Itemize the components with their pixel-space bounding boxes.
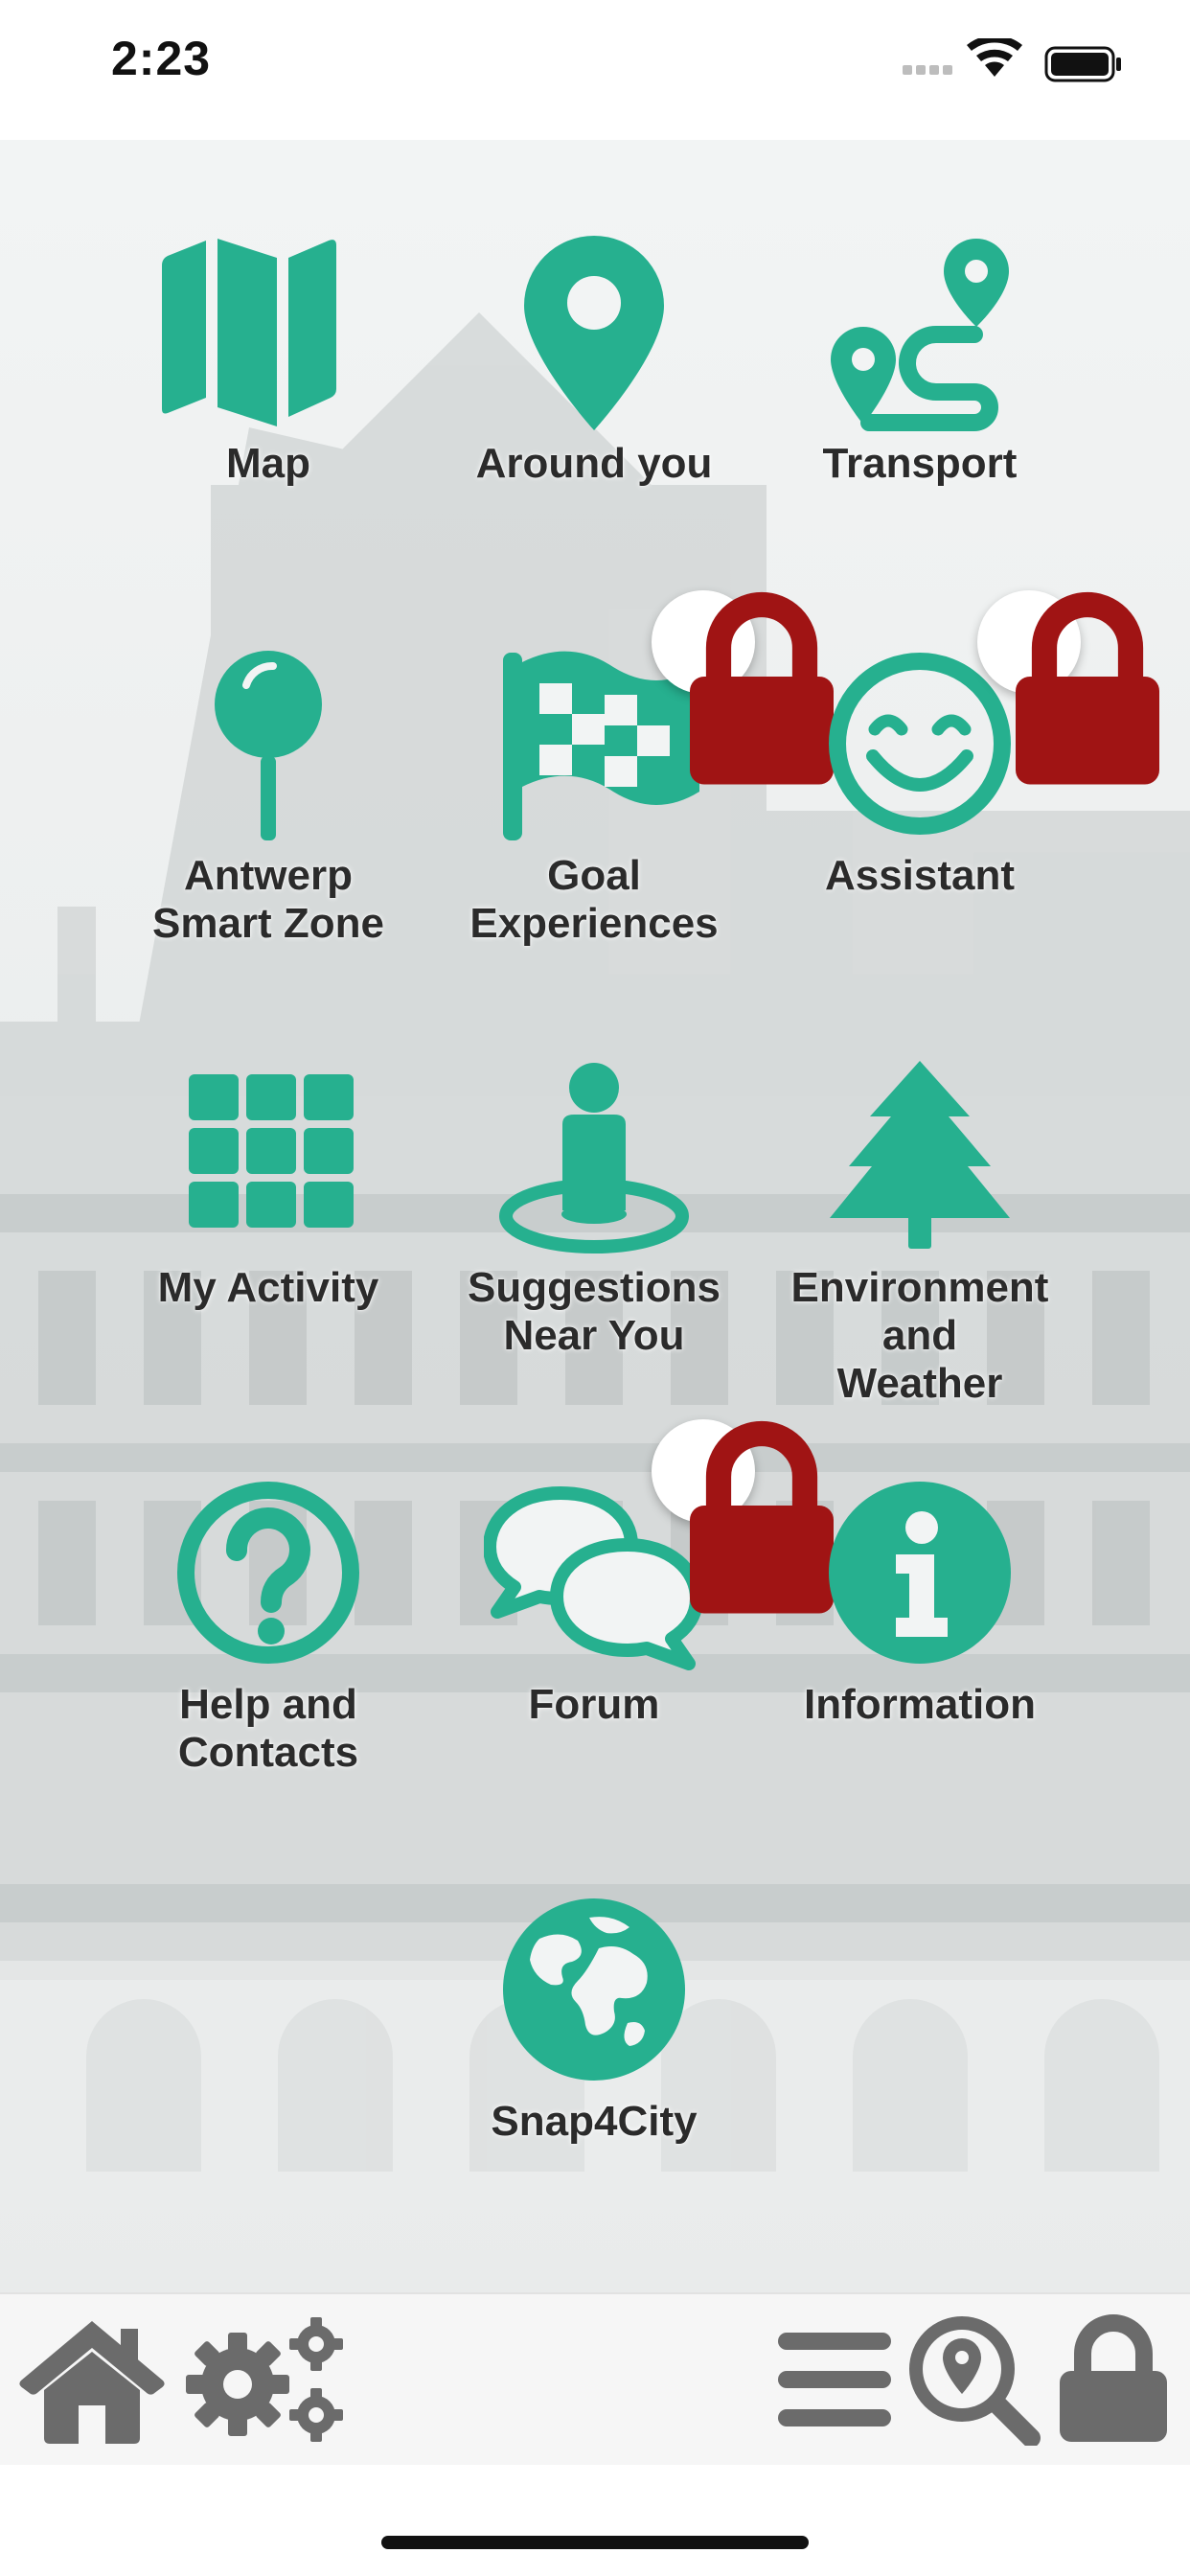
tile-around-you[interactable]: Around you: [436, 231, 752, 488]
tile-label: Goal Experiences: [469, 852, 719, 947]
tile-label: Map: [226, 440, 310, 487]
tile-goal-experiences[interactable]: Goal Experiences: [436, 590, 834, 948]
home-icon: [19, 2321, 165, 2444]
tile-label: My Activity: [157, 1264, 379, 1311]
tile-label: Around you: [475, 440, 713, 487]
tile-label: Suggestions Near You: [467, 1264, 721, 1359]
tile-label: Transport: [822, 440, 1018, 487]
tile-label: Forum: [528, 1681, 660, 1728]
lock-icon: [1016, 591, 1159, 785]
tile-suggestions-near-you[interactable]: Suggestions Near You: [436, 1055, 752, 1360]
status-bar: 2:23: [0, 0, 1190, 140]
question-circle-icon: [177, 1482, 359, 1664]
gears-icon: [186, 2317, 343, 2442]
tile-map[interactable]: Map: [110, 231, 426, 488]
tile-environment-weather[interactable]: Environment and Weather: [762, 1055, 1078, 1408]
home-button[interactable]: [15, 2312, 169, 2446]
folded-map-icon: [162, 239, 336, 426]
lock-button[interactable]: [1050, 2312, 1177, 2446]
search-location-button[interactable]: [904, 2312, 1041, 2448]
menu-icon: [778, 2333, 891, 2426]
tile-label: Information: [804, 1681, 1036, 1728]
signal-icon: [903, 34, 1121, 82]
route-icon: [831, 239, 1009, 431]
tile-label: Assistant: [824, 852, 1016, 899]
lock-badge: [652, 1419, 834, 1614]
menu-button[interactable]: [774, 2312, 895, 2446]
tile-antwerp-smart-zone[interactable]: Antwerp Smart Zone: [110, 643, 426, 948]
tile-forum[interactable]: Forum: [436, 1419, 834, 1729]
tile-label: Help and Contacts: [177, 1681, 359, 1776]
tile-label: Environment and Weather: [790, 1264, 1049, 1407]
tile-label: Snap4City: [491, 2098, 698, 2145]
grid-icon: [189, 1074, 354, 1228]
wifi-icon: [967, 34, 1022, 77]
lock-badge: [652, 590, 834, 785]
tile-my-activity[interactable]: My Activity: [110, 1055, 426, 1312]
person-on-spot-icon: [499, 1063, 689, 1254]
pushpin-icon: [215, 651, 322, 840]
status-icons: [903, 34, 1133, 93]
lock-icon: [1060, 2314, 1167, 2442]
bottom-toolbar: [0, 2292, 1190, 2465]
tile-assistant[interactable]: Assistant: [762, 590, 1159, 900]
search-location-icon: [909, 2316, 1041, 2448]
location-pin-icon: [524, 236, 664, 430]
tile-snap4city[interactable]: Snap4City: [436, 1889, 752, 2146]
status-time: 2:23: [111, 32, 212, 85]
battery-icon: [1044, 46, 1121, 82]
tile-label: Antwerp Smart Zone: [151, 852, 385, 947]
tile-transport[interactable]: Transport: [762, 231, 1078, 488]
info-circle-icon: [829, 1482, 1011, 1664]
main-content: Map Around you Transport Antwerp Smart Z…: [0, 140, 1190, 2292]
settings-button[interactable]: [178, 2312, 351, 2446]
lock-badge: [977, 590, 1159, 785]
globe-icon: [503, 1898, 685, 2081]
tile-help-contacts[interactable]: Help and Contacts: [110, 1472, 426, 1777]
tree-icon: [830, 1061, 1010, 1249]
tile-information[interactable]: Information: [762, 1472, 1078, 1729]
home-indicator[interactable]: [381, 2536, 809, 2549]
